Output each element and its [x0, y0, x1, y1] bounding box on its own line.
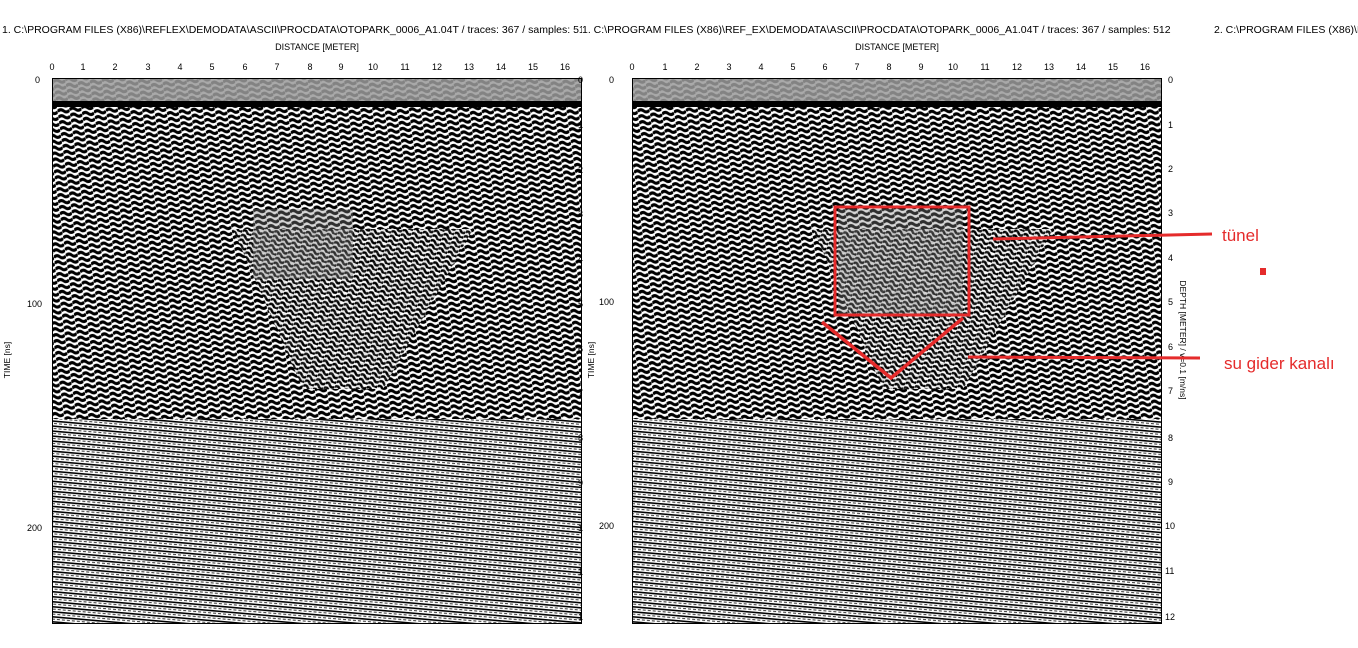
- drain-label: su gider kanalı: [1224, 354, 1335, 373]
- tunnel-label: tünel: [1222, 226, 1259, 245]
- drain-v-mark: [820, 316, 965, 381]
- annotation-overlay: [820, 205, 1266, 381]
- tunnel-pointer: [992, 232, 1213, 241]
- drain-pointer: [967, 355, 1201, 360]
- red-dot: [1260, 268, 1266, 275]
- tunnel-box: [833, 205, 971, 317]
